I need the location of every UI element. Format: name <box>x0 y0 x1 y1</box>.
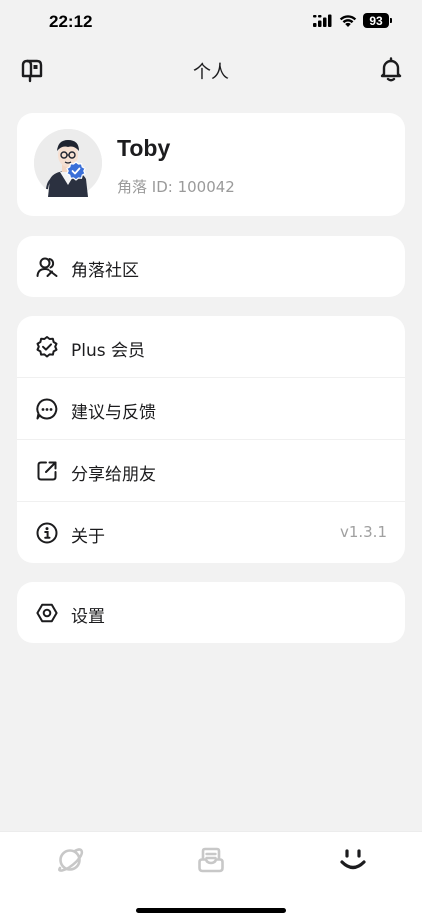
page-title: 个人 <box>193 62 229 83</box>
menu-item-label: Plus 会员 <box>71 341 146 361</box>
profile-name: Toby <box>117 135 171 161</box>
menu-item-label: 分享给朋友 <box>71 465 156 485</box>
app-version: v1.3.1 <box>339 523 387 541</box>
battery-tip <box>390 18 392 23</box>
status-time: 22:12 <box>49 12 93 31</box>
inbox-icon <box>198 847 224 873</box>
menu-item-label: 建议与反馈 <box>71 403 156 423</box>
status-icons: 93 <box>313 13 392 28</box>
tab-bar <box>0 831 422 914</box>
share-icon <box>37 461 57 481</box>
tab-me[interactable] <box>338 845 368 875</box>
menu-item-label: 关于 <box>71 527 105 547</box>
planet-icon <box>58 848 84 872</box>
menu-item-label: 设置 <box>71 607 105 627</box>
menu-item-feedback[interactable]: 建议与反馈 <box>17 378 405 440</box>
battery-indicator: 93 <box>363 13 392 28</box>
smile-icon <box>340 849 366 870</box>
bell-icon <box>380 57 402 82</box>
tab-discover[interactable] <box>55 845 85 875</box>
notifications-button[interactable] <box>377 55 405 83</box>
community-card: 角落社区 <box>17 236 405 297</box>
verified-badge-icon <box>66 161 86 181</box>
settings-card: 设置 <box>17 582 405 643</box>
badge-check-icon <box>36 336 58 358</box>
home-indicator <box>136 908 286 913</box>
status-bar: 22:12 93 <box>0 0 422 46</box>
profile-id: 角落 ID: 100042 <box>117 178 235 196</box>
profile-card[interactable]: Toby 角落 ID: 100042 <box>17 113 405 216</box>
menu-item-community[interactable]: 角落社区 <box>17 236 405 298</box>
menu-item-settings[interactable]: 设置 <box>17 582 405 644</box>
info-icon <box>36 522 58 544</box>
menu-item-plus-membership[interactable]: Plus 会员 <box>17 316 405 378</box>
battery-level: 93 <box>363 13 389 28</box>
wifi-icon <box>339 14 357 27</box>
menu-item-share[interactable]: 分享给朋友 <box>17 440 405 502</box>
chat-dots-icon <box>36 398 58 420</box>
people-icon <box>36 257 58 277</box>
menu-card: Plus 会员 建议与反馈 分享给朋友 关于 v1.3.1 <box>17 316 405 563</box>
nav-bar: 个人 <box>0 48 422 92</box>
tab-inbox[interactable] <box>196 845 226 875</box>
gear-icon <box>36 603 58 623</box>
menu-item-about[interactable]: 关于 v1.3.1 <box>17 502 405 564</box>
menu-item-label: 角落社区 <box>71 261 139 281</box>
cellular-signal-icon <box>313 14 332 27</box>
